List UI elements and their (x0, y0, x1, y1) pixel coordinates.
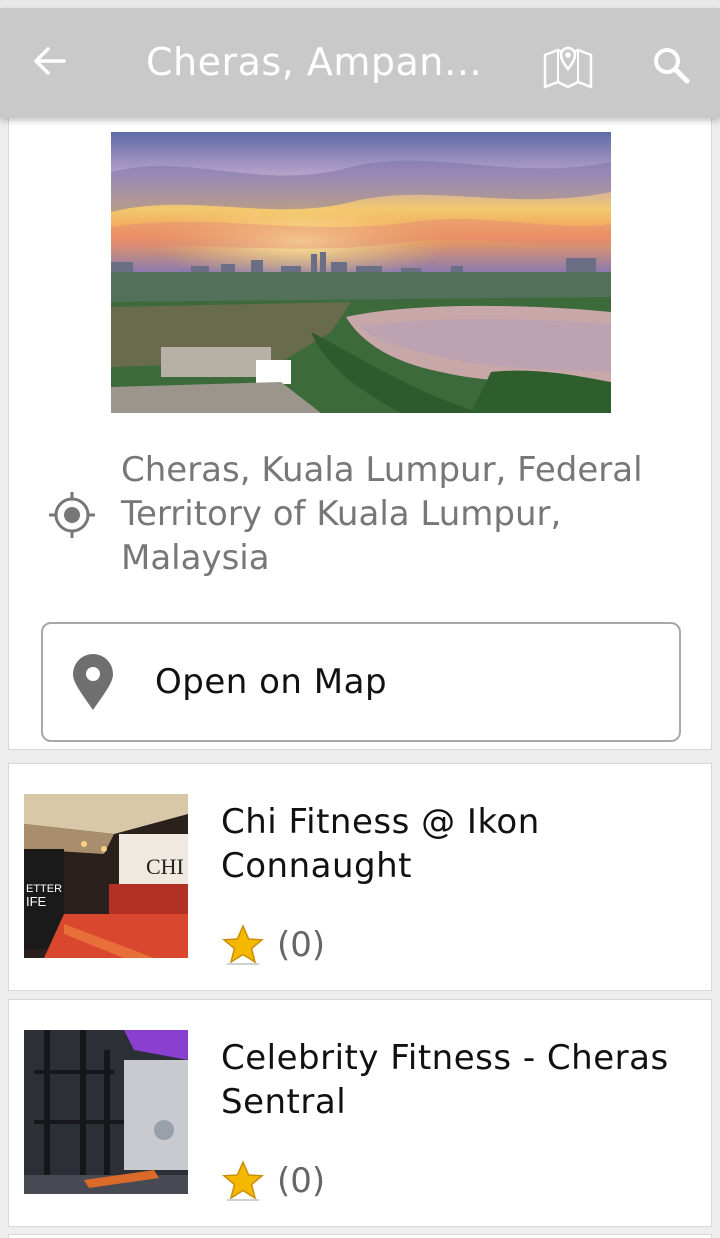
place-rating: (0) (221, 922, 325, 968)
location-hero-image (111, 132, 611, 413)
place-rating: (0) (221, 1158, 325, 1204)
star-icon (222, 1160, 264, 1201)
search-button[interactable] (648, 42, 694, 88)
place-list-item[interactable]: ETTER IFE CHI Chi Fitness @ Ikon Connaug… (8, 763, 712, 991)
search-icon (654, 48, 690, 84)
status-bar-strip (0, 0, 720, 8)
gym-equipment-thumbnail (24, 1030, 188, 1194)
rating-count: (0) (277, 1161, 326, 1201)
arrow-back-icon (34, 47, 66, 75)
place-name: Celebrity Fitness - Cheras Sentral (221, 1038, 669, 1122)
rating-count: (0) (277, 925, 326, 965)
back-button[interactable] (26, 38, 72, 84)
next-list-item-peek (8, 1234, 712, 1238)
open-on-map-label: Open on Map (155, 662, 388, 702)
map-marker-icon (543, 46, 593, 89)
map-view-button[interactable] (540, 36, 596, 92)
place-name: Chi Fitness @ Ikon Connaught (221, 802, 540, 886)
open-on-map-button[interactable]: Open on Map (41, 622, 681, 742)
page-title: Cheras, Ampan… (146, 40, 483, 84)
map-pin-icon (73, 654, 113, 710)
gps-target-icon (49, 492, 95, 538)
svg-text:CHI: CHI (146, 854, 184, 879)
app-bar: Cheras, Ampan… (0, 8, 720, 118)
address-text: Cheras, Kuala Lumpur, Federal Territory … (121, 450, 643, 578)
address-row: Cheras, Kuala Lumpur, Federal Territory … (9, 448, 713, 578)
svg-text:IFE: IFE (26, 894, 47, 909)
star-icon (222, 924, 264, 965)
place-list-item[interactable]: Celebrity Fitness - Cheras Sentral (0) (8, 999, 712, 1227)
location-card: Cheras, Kuala Lumpur, Federal Territory … (8, 118, 712, 750)
gym-reception-thumbnail: ETTER IFE CHI (24, 794, 188, 958)
